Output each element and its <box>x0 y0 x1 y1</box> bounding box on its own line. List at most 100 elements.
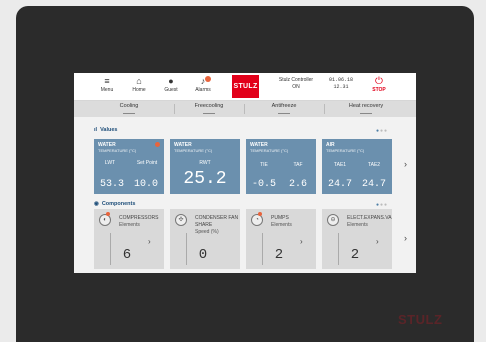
component-card-pumps[interactable]: ◔ PUMPS Elements 2 › <box>246 209 316 269</box>
tie-value: -0.5 <box>251 179 276 190</box>
tab-heat-recovery-label: Heat recovery <box>348 103 384 109</box>
components-section-header: ◉ Components <box>94 200 135 208</box>
fan-icon: ✣ <box>175 214 187 226</box>
chevron-right-icon: › <box>300 237 303 246</box>
card-unit: TEMPERATURE (°C) <box>326 148 365 153</box>
tab-indicator <box>360 113 372 114</box>
component-name: CONDENSER FAN SHARE <box>195 215 239 228</box>
home-button[interactable]: ⌂ Home <box>124 76 154 98</box>
date-time: 01.06.18 12.31 <box>326 77 356 91</box>
component-value: 2 <box>350 247 360 263</box>
alarm-indicator-dot <box>205 76 211 82</box>
alarms-label: Alarms <box>195 87 211 93</box>
tab-freecooling[interactable]: Freecooling <box>174 101 244 117</box>
value-card-rwt[interactable]: WATER TEMPERATURE (°C) RWT 25.2 <box>170 139 240 194</box>
component-sub: Elements <box>271 222 292 228</box>
pump-icon: ◔ <box>251 214 263 226</box>
taf-label: TAF <box>293 162 303 168</box>
stop-button[interactable]: ⏻ STOP <box>368 76 390 94</box>
divider <box>110 233 111 265</box>
component-name: ELECT.EXPANS.VA <box>347 215 392 221</box>
alarms-button[interactable]: ♪ Alarms <box>188 76 218 98</box>
card-unit: TEMPERATURE (°C) <box>98 148 137 153</box>
controller-state: ON <box>292 84 300 90</box>
valve-icon: ⊖ <box>327 214 339 226</box>
chevron-right-icon: › <box>148 237 151 246</box>
date-value: 01.06.18 <box>328 77 353 83</box>
tab-indicator <box>278 113 290 114</box>
components-page-dots[interactable]: ●●● <box>376 203 388 208</box>
taf-value: 2.6 <box>288 179 307 190</box>
tae1-value: 24.7 <box>327 179 352 190</box>
chevron-right-icon: › <box>376 237 379 246</box>
values-title: Values <box>100 127 118 133</box>
tae1-label: TAE1 <box>333 162 347 168</box>
components-title: Components <box>101 201 136 207</box>
component-card-expansion-valve[interactable]: ⊖ ELECT.EXPANS.VA Elements 2 › <box>322 209 392 269</box>
tab-indicator <box>203 113 215 114</box>
tab-heat-recovery[interactable]: Heat recovery <box>324 101 408 117</box>
menu-icon: ≡ <box>104 76 110 86</box>
component-name: PUMPS <box>271 215 289 221</box>
component-value: 0 <box>198 247 208 263</box>
controller-name: Stulz Controller <box>278 77 314 83</box>
component-sub: Elements <box>119 222 140 228</box>
tie-label: TIE <box>260 162 268 168</box>
compressor-icon: ◐ <box>99 214 111 226</box>
bar-chart-icon: ıl <box>94 127 98 133</box>
tab-indicator <box>123 113 135 114</box>
user-button[interactable]: ● Guest <box>156 76 186 98</box>
top-bar: ≡ Menu ⌂ Home ● Guest ♪ Alarms STULZ Stu… <box>74 73 416 101</box>
component-name: COMPRESSORS <box>119 215 159 221</box>
value-card-air[interactable]: AIR TEMPERATURE (°C) TAE1 TAE2 24.7 24.7 <box>322 139 392 194</box>
values-next-chevron-icon[interactable]: › <box>404 159 407 169</box>
tae2-value: 24.7 <box>361 179 386 190</box>
divider <box>338 233 339 265</box>
values-page-dots[interactable]: ●●● <box>376 129 388 134</box>
component-sub: Speed (%) <box>195 229 219 235</box>
values-section-header: ıl Values <box>94 126 118 134</box>
menu-button[interactable]: ≡ Menu <box>92 76 122 98</box>
alert-dot <box>155 142 160 147</box>
component-value: 2 <box>274 247 284 263</box>
home-label: Home <box>132 87 146 93</box>
component-sub: Elements <box>347 222 368 228</box>
controller-status: Stulz Controller ON <box>274 77 318 91</box>
divider <box>262 233 263 265</box>
tab-antifreeze-label: Antifreeze <box>271 103 297 109</box>
home-icon: ⌂ <box>136 76 142 86</box>
power-icon: ⏻ <box>375 76 383 87</box>
tae2-label: TAE2 <box>367 162 381 168</box>
bezel-brand-logo: STULZ <box>398 312 443 327</box>
component-card-compressors[interactable]: ◐ COMPRESSORS Elements 6 › <box>94 209 164 269</box>
tab-cooling[interactable]: Cooling <box>84 101 174 117</box>
tab-antifreeze[interactable]: Antifreeze <box>244 101 324 117</box>
touch-screen: ≡ Menu ⌂ Home ● Guest ♪ Alarms STULZ Stu… <box>74 73 416 273</box>
alert-dot <box>106 212 110 216</box>
components-next-chevron-icon[interactable]: › <box>404 233 407 243</box>
tab-freecooling-label: Freecooling <box>194 103 224 109</box>
user-label: Guest <box>164 87 178 93</box>
divider <box>186 233 187 265</box>
mode-tabs: Cooling Freecooling Antifreeze Heat reco… <box>74 101 416 117</box>
alert-dot <box>258 212 262 216</box>
menu-label: Menu <box>100 87 114 93</box>
time-value: 12.31 <box>333 84 349 90</box>
stulz-logo: STULZ <box>232 75 259 98</box>
component-value: 6 <box>122 247 132 263</box>
lwt-value: 53.3 <box>99 179 124 190</box>
value-card-lwt[interactable]: WATER TEMPERATURE (°C) LWT Set Point 53.… <box>94 139 164 194</box>
user-icon: ● <box>168 76 174 86</box>
rwt-value: 25.2 <box>183 169 227 189</box>
card-unit: TEMPERATURE (°C) <box>250 148 289 153</box>
component-card-condenser-fan[interactable]: ✣ CONDENSER FAN SHARE Speed (%) 0 <box>170 209 240 269</box>
tab-cooling-label: Cooling <box>119 103 139 109</box>
component-icon: ◉ <box>94 201 99 207</box>
set-point-value: 10.0 <box>133 179 158 190</box>
value-card-tie-taf[interactable]: WATER TEMPERATURE (°C) TIE TAF -0.5 2.6 <box>246 139 316 194</box>
bell-icon: ♪ <box>200 76 206 86</box>
rwt-label: RWT <box>199 160 211 166</box>
card-unit: TEMPERATURE (°C) <box>174 148 213 153</box>
stop-label: STOP <box>372 87 386 93</box>
set-point-label: Set Point <box>136 160 158 166</box>
